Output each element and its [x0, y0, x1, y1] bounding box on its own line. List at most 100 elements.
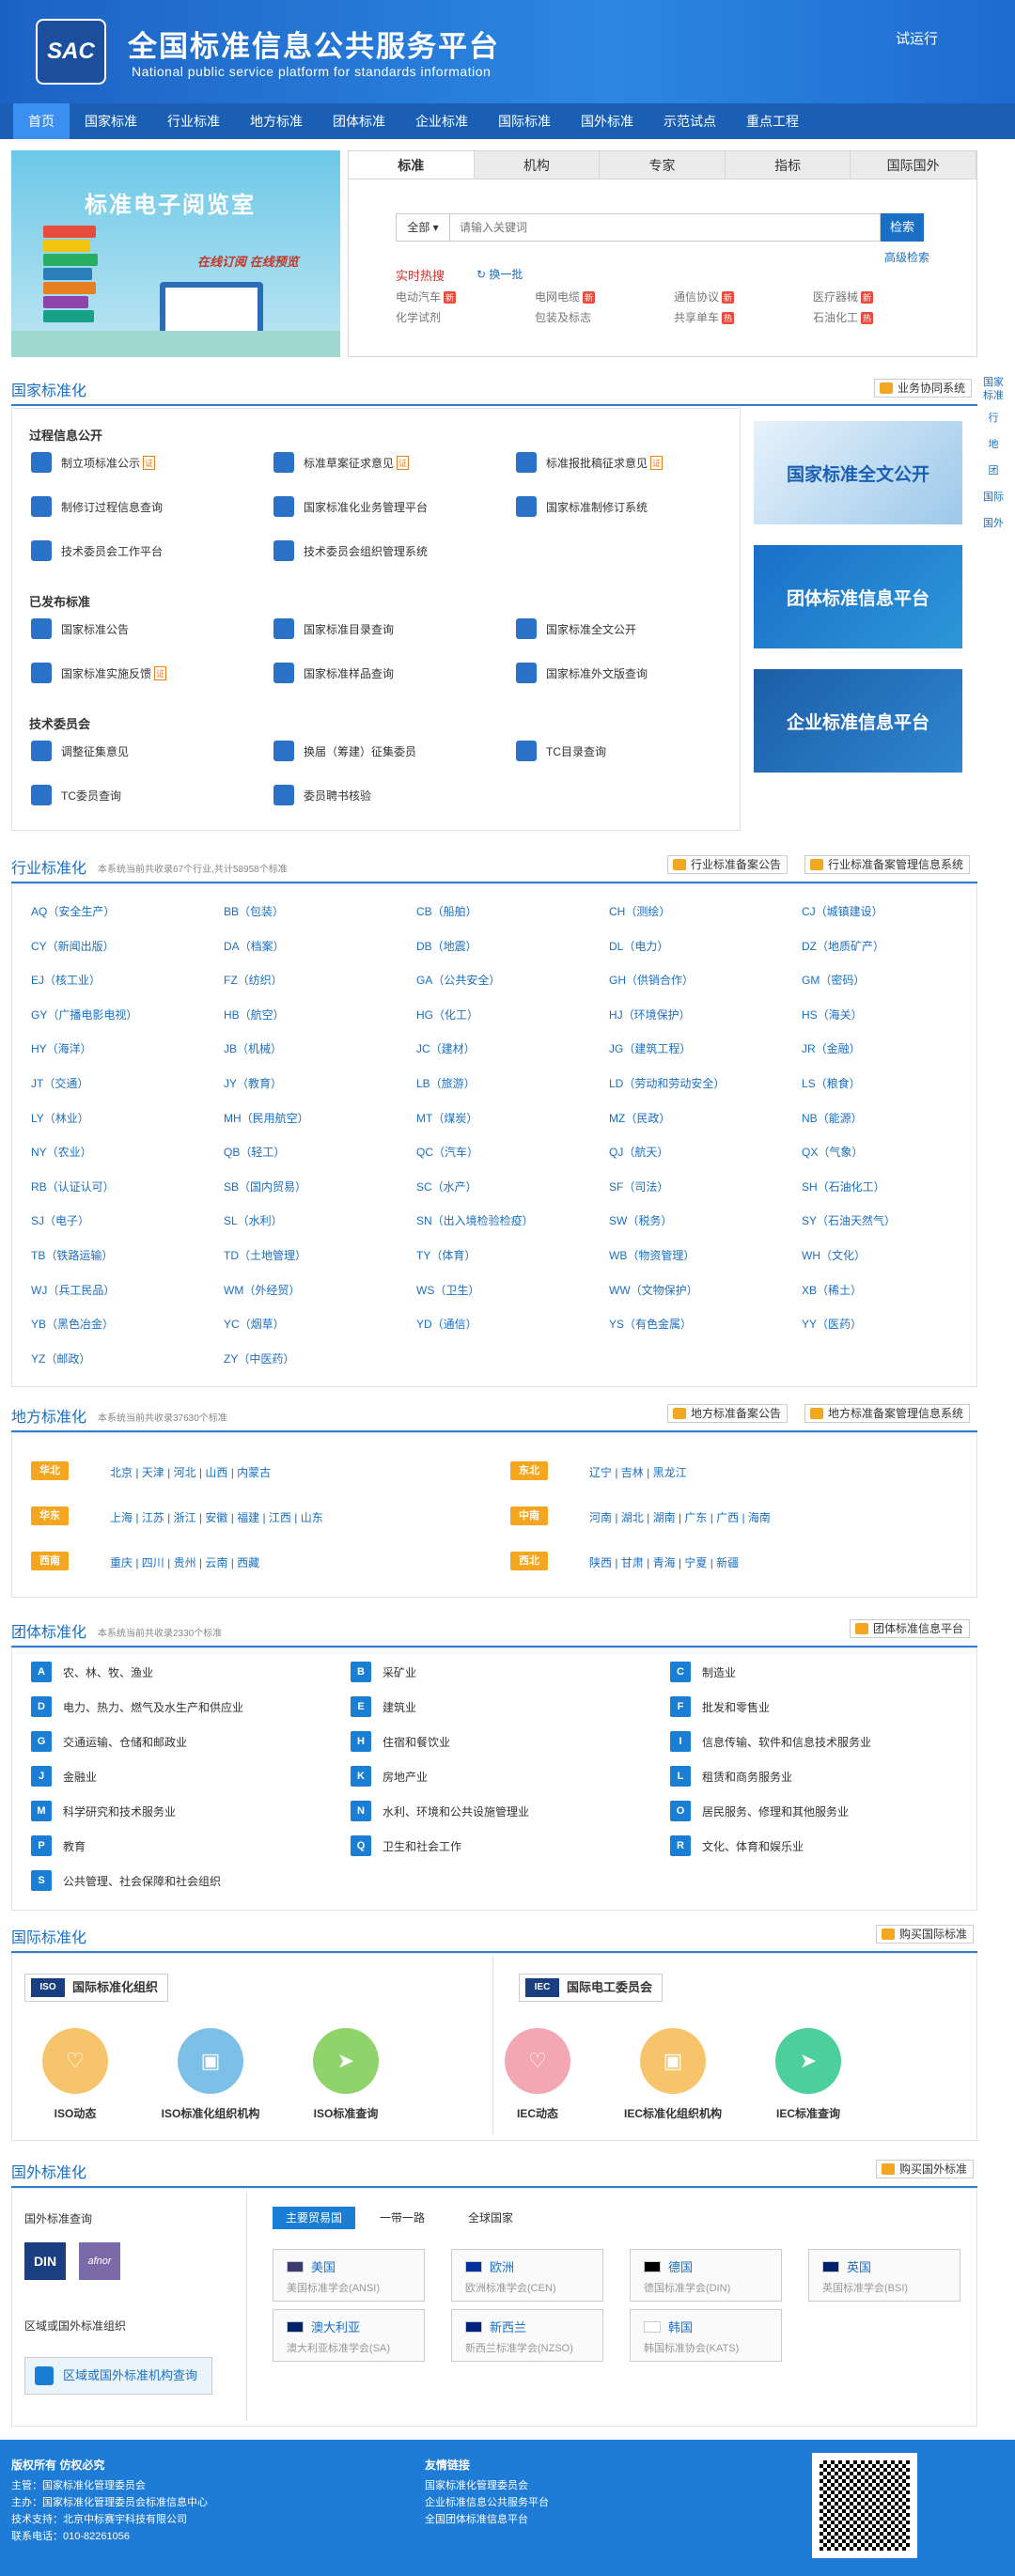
industry-link[interactable]: DA（档案）	[224, 938, 285, 954]
industry-link[interactable]: JB（机械）	[224, 1040, 282, 1056]
industry-system-button[interactable]: 行业标准备案管理信息系统	[804, 855, 971, 874]
group-category-link[interactable]: M 科学研究和技术服务业	[31, 1801, 176, 1821]
industry-link[interactable]: LD（劳动和劳动安全）	[609, 1075, 725, 1091]
group-category-link[interactable]: E 建筑业	[351, 1696, 416, 1717]
national-link[interactable]: 调整征集意见	[31, 741, 129, 761]
industry-link[interactable]: HS（海关）	[802, 1007, 863, 1023]
group-category-link[interactable]: B 采矿业	[351, 1662, 416, 1682]
industry-link[interactable]: JT（交通）	[31, 1075, 88, 1091]
group-platform-button[interactable]: 团体标准信息平台	[850, 1619, 971, 1638]
industry-link[interactable]: YC（烟草）	[224, 1316, 285, 1332]
industry-link[interactable]: LS（粮食）	[802, 1075, 861, 1091]
nav-group[interactable]: 团体标准	[318, 103, 400, 139]
region-provinces[interactable]: 陕西 | 甘肃 | 青海 | 宁夏 | 新疆	[589, 1554, 739, 1570]
group-category-link[interactable]: Q 卫生和社会工作	[351, 1835, 461, 1856]
national-link[interactable]: 标准报批稿征求意见证	[516, 452, 664, 473]
national-link[interactable]: 国家标准制修订系统	[516, 496, 648, 517]
iec-item-label[interactable]: IEC标准化组织机构	[607, 2105, 739, 2121]
iec-header[interactable]: IEC 国际电工委员会	[519, 1974, 664, 2002]
national-link[interactable]: 委员聘书核验	[273, 785, 371, 805]
group-category-link[interactable]: P 教育	[31, 1835, 86, 1856]
keyword-link[interactable]: 电网电缆新	[535, 289, 596, 304]
industry-link[interactable]: DB（地震）	[416, 938, 477, 954]
local-notice-button[interactable]: 地方标准备案公告	[667, 1404, 789, 1423]
industry-link[interactable]: ZY（中医药）	[224, 1350, 294, 1366]
side-nav-item[interactable]: 行	[981, 412, 1006, 425]
group-category-link[interactable]: H 住宿和餐饮业	[351, 1731, 450, 1752]
region-provinces[interactable]: 上海 | 江苏 | 浙江 | 安徽 | 福建 | 江西 | 山东	[110, 1509, 323, 1525]
country-card[interactable]: 澳大利亚 澳大利亚标准学会(SA)	[273, 2309, 425, 2362]
reading-room-banner[interactable]: 标准电子阅览室 在线订阅 在线预览	[11, 150, 340, 357]
industry-link[interactable]: SH（石油化工）	[802, 1179, 885, 1194]
industry-link[interactable]: DL（电力）	[609, 938, 668, 954]
industry-link[interactable]: HB（航空）	[224, 1007, 285, 1023]
industry-link[interactable]: JG（建筑工程）	[609, 1040, 691, 1056]
din-logo[interactable]: DIN	[24, 2242, 66, 2280]
buy-intl-button[interactable]: 购买国际标准	[876, 1925, 975, 1944]
industry-link[interactable]: TD（土地管理）	[224, 1247, 306, 1263]
industry-link[interactable]: YZ（邮政）	[31, 1350, 90, 1366]
group-category-link[interactable]: F 批发和零售业	[670, 1696, 770, 1717]
industry-link[interactable]: WS（卫生）	[416, 1282, 479, 1298]
side-nav-item[interactable]: 国际	[981, 491, 1006, 504]
keyword-link[interactable]: 化学试剂	[396, 309, 441, 325]
iso-header[interactable]: ISO 国际标准化组织	[24, 1974, 169, 2002]
industry-link[interactable]: SN（出入境检验检疫）	[416, 1212, 534, 1228]
group-category-link[interactable]: L 租赁和商务服务业	[670, 1766, 792, 1787]
tab-global[interactable]: 全球国家	[468, 2207, 513, 2229]
industry-link[interactable]: YY（医药）	[802, 1316, 862, 1332]
iec-item-icon[interactable]: ▣	[640, 2028, 706, 2094]
group-category-link[interactable]: J 金融业	[31, 1766, 97, 1787]
industry-link[interactable]: QB（轻工）	[224, 1144, 285, 1160]
country-card[interactable]: 美国 美国标准学会(ANSI)	[273, 2249, 425, 2302]
region-provinces[interactable]: 辽宁 | 吉林 | 黑龙江	[589, 1464, 687, 1480]
advanced-search-link[interactable]: 高级检索	[884, 249, 929, 265]
nav-pilot[interactable]: 示范试点	[648, 103, 731, 139]
national-link[interactable]: TC目录查询	[516, 741, 606, 761]
industry-link[interactable]: EJ（核工业）	[31, 972, 101, 988]
tab-intl-foreign[interactable]: 国际国外	[851, 151, 976, 179]
industry-link[interactable]: SJ（电子）	[31, 1212, 89, 1228]
tab-belt-road[interactable]: 一带一路	[380, 2207, 425, 2229]
national-link[interactable]: TC委员查询	[31, 785, 121, 805]
industry-link[interactable]: WM（外经贸）	[224, 1282, 300, 1298]
national-link[interactable]: 国家标准实施反馈证	[31, 663, 167, 683]
iso-item-label[interactable]: ISO标准查询	[280, 2105, 412, 2121]
industry-link[interactable]: CH（测绘）	[609, 903, 670, 919]
group-category-link[interactable]: R 文化、体育和娱乐业	[670, 1835, 804, 1856]
region-provinces[interactable]: 北京 | 天津 | 河北 | 山西 | 内蒙古	[110, 1464, 271, 1480]
local-system-button[interactable]: 地方标准备案管理信息系统	[804, 1404, 971, 1423]
national-link[interactable]: 标准草案征求意见证	[273, 452, 410, 473]
industry-link[interactable]: SB（国内贸易）	[224, 1179, 306, 1194]
industry-link[interactable]: CB（船舶）	[416, 903, 477, 919]
industry-link[interactable]: BB（包装）	[224, 903, 284, 919]
industry-link[interactable]: JC（建材）	[416, 1040, 476, 1056]
industry-link[interactable]: HG（化工）	[416, 1007, 478, 1023]
industry-link[interactable]: MT（煤炭）	[416, 1110, 477, 1126]
tab-main-trade[interactable]: 主要贸易国	[273, 2207, 355, 2229]
national-link[interactable]: 技术委员会工作平台	[31, 540, 163, 561]
industry-link[interactable]: TB（铁路运输）	[31, 1247, 113, 1263]
national-link[interactable]: 换届（筹建）征集委员	[273, 741, 416, 761]
country-card[interactable]: 韩国 韩国标准协会(KATS)	[630, 2309, 782, 2362]
group-category-link[interactable]: C 制造业	[670, 1662, 736, 1682]
country-card[interactable]: 欧洲 欧洲标准学会(CEN)	[451, 2249, 603, 2302]
industry-link[interactable]: XB（稀土）	[802, 1282, 862, 1298]
keyword-link[interactable]: 医疗器械新	[813, 289, 874, 304]
industry-link[interactable]: SW（税务）	[609, 1212, 672, 1228]
group-category-link[interactable]: N 水利、环境和公共设施管理业	[351, 1801, 529, 1821]
industry-link[interactable]: TY（体育）	[416, 1247, 476, 1263]
group-category-link[interactable]: O 居民服务、修理和其他服务业	[670, 1801, 849, 1821]
industry-link[interactable]: JY（教育）	[224, 1075, 282, 1091]
sac-logo[interactable]: SAC	[36, 19, 106, 85]
collab-system-button[interactable]: 业务协同系统	[874, 379, 973, 398]
group-category-link[interactable]: G 交通运输、仓储和邮政业	[31, 1731, 187, 1752]
nav-international[interactable]: 国际标准	[483, 103, 566, 139]
footer-link-3[interactable]: 全国团体标准信息平台	[425, 2511, 528, 2526]
tab-standard[interactable]: 标准	[349, 151, 475, 179]
industry-link[interactable]: NY（农业）	[31, 1144, 92, 1160]
side-nav-item[interactable]: 地	[981, 438, 1006, 451]
industry-link[interactable]: HY（海洋）	[31, 1040, 92, 1056]
industry-link[interactable]: SF（司法）	[609, 1179, 668, 1194]
group-platform-banner[interactable]: 团体标准信息平台	[754, 545, 962, 648]
